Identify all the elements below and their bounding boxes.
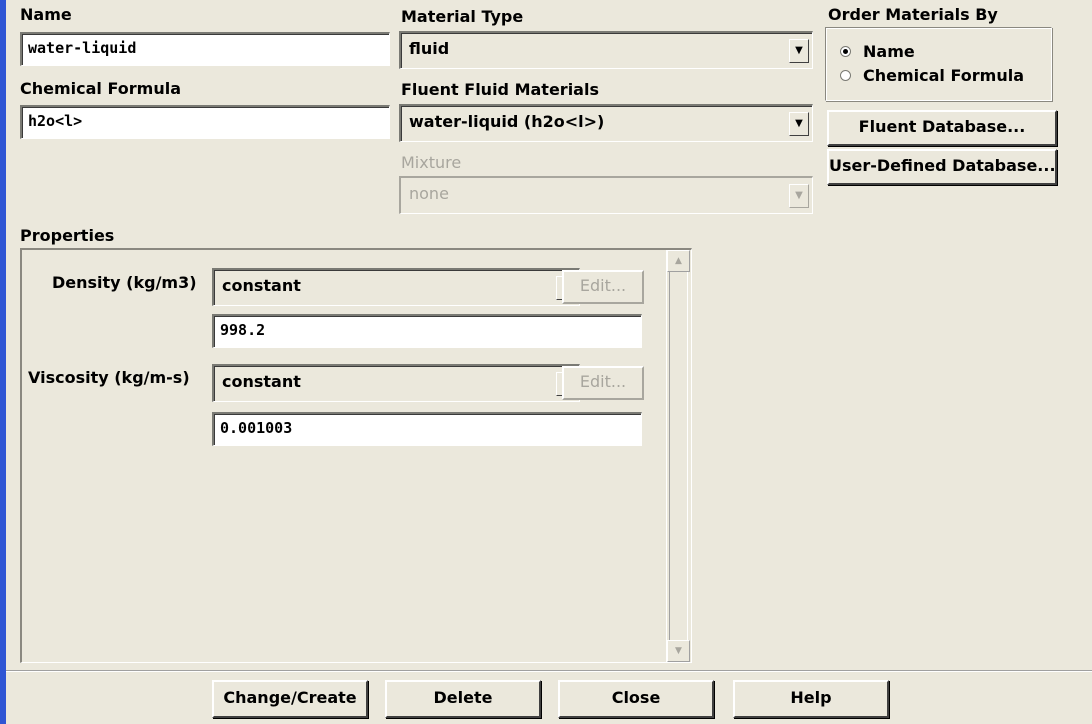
density-method-dropdown[interactable]: constant ▼ xyxy=(212,268,580,306)
material-type-dropdown[interactable]: fluid ▼ xyxy=(399,31,813,69)
order-by-name-label: Name xyxy=(863,42,915,61)
density-edit-button: Edit... xyxy=(562,270,644,304)
fluent-fluid-materials-label: Fluent Fluid Materials xyxy=(401,80,599,99)
scroll-up-icon[interactable]: ▲ xyxy=(667,250,690,272)
density-method-value: constant xyxy=(222,276,301,295)
order-by-name-radio[interactable]: Name xyxy=(840,42,915,61)
chevron-down-icon: ▼ xyxy=(789,183,809,208)
scrollbar-track[interactable] xyxy=(669,272,688,640)
density-value-field[interactable]: 998.2 xyxy=(212,314,642,348)
viscosity-edit-button: Edit... xyxy=(562,366,644,400)
chemical-formula-label: Chemical Formula xyxy=(20,79,181,98)
change-create-button[interactable]: Change/Create xyxy=(212,680,368,718)
user-defined-database-button[interactable]: User-Defined Database... xyxy=(827,149,1057,185)
radio-unchecked-icon xyxy=(840,70,851,81)
fluent-fluid-materials-dropdown[interactable]: water-liquid (h2o<l>) ▼ xyxy=(399,104,813,142)
close-button[interactable]: Close xyxy=(558,680,714,718)
scroll-down-icon[interactable]: ▼ xyxy=(667,640,690,662)
mixture-label: Mixture xyxy=(401,153,462,172)
delete-button[interactable]: Delete xyxy=(385,680,541,718)
radio-checked-icon xyxy=(840,46,851,57)
mixture-value: none xyxy=(409,184,449,203)
material-type-label: Material Type xyxy=(401,7,524,26)
properties-panel: Density (kg/m3) constant ▼ Edit... 998.2… xyxy=(20,248,692,663)
chemical-formula-field[interactable]: h2o<l> xyxy=(20,105,390,139)
help-button[interactable]: Help xyxy=(733,680,889,718)
properties-label: Properties xyxy=(20,226,115,245)
properties-scrollbar[interactable]: ▲ ▼ xyxy=(666,250,690,662)
order-materials-by-label: Order Materials By xyxy=(828,5,998,24)
mixture-dropdown: none ▼ xyxy=(399,176,813,214)
viscosity-value-field[interactable]: 0.001003 xyxy=(212,412,642,446)
name-label: Name xyxy=(20,5,72,24)
fluent-fluid-materials-value: water-liquid (h2o<l>) xyxy=(409,112,605,131)
order-materials-by-group: Name Chemical Formula xyxy=(825,27,1052,101)
window-edge-bar xyxy=(0,0,6,724)
fluent-database-button[interactable]: Fluent Database... xyxy=(827,110,1057,146)
viscosity-method-value: constant xyxy=(222,372,301,391)
footer-separator xyxy=(6,670,1092,672)
viscosity-label: Viscosity (kg/m-s) xyxy=(28,368,190,387)
density-label: Density (kg/m3) xyxy=(52,273,197,292)
order-by-formula-radio[interactable]: Chemical Formula xyxy=(840,66,1024,85)
chevron-down-icon[interactable]: ▼ xyxy=(789,111,809,136)
name-field[interactable]: water-liquid xyxy=(20,32,390,66)
chevron-down-icon[interactable]: ▼ xyxy=(789,38,809,63)
order-by-formula-label: Chemical Formula xyxy=(863,66,1024,85)
material-type-value: fluid xyxy=(409,39,450,58)
viscosity-method-dropdown[interactable]: constant ▼ xyxy=(212,364,580,402)
